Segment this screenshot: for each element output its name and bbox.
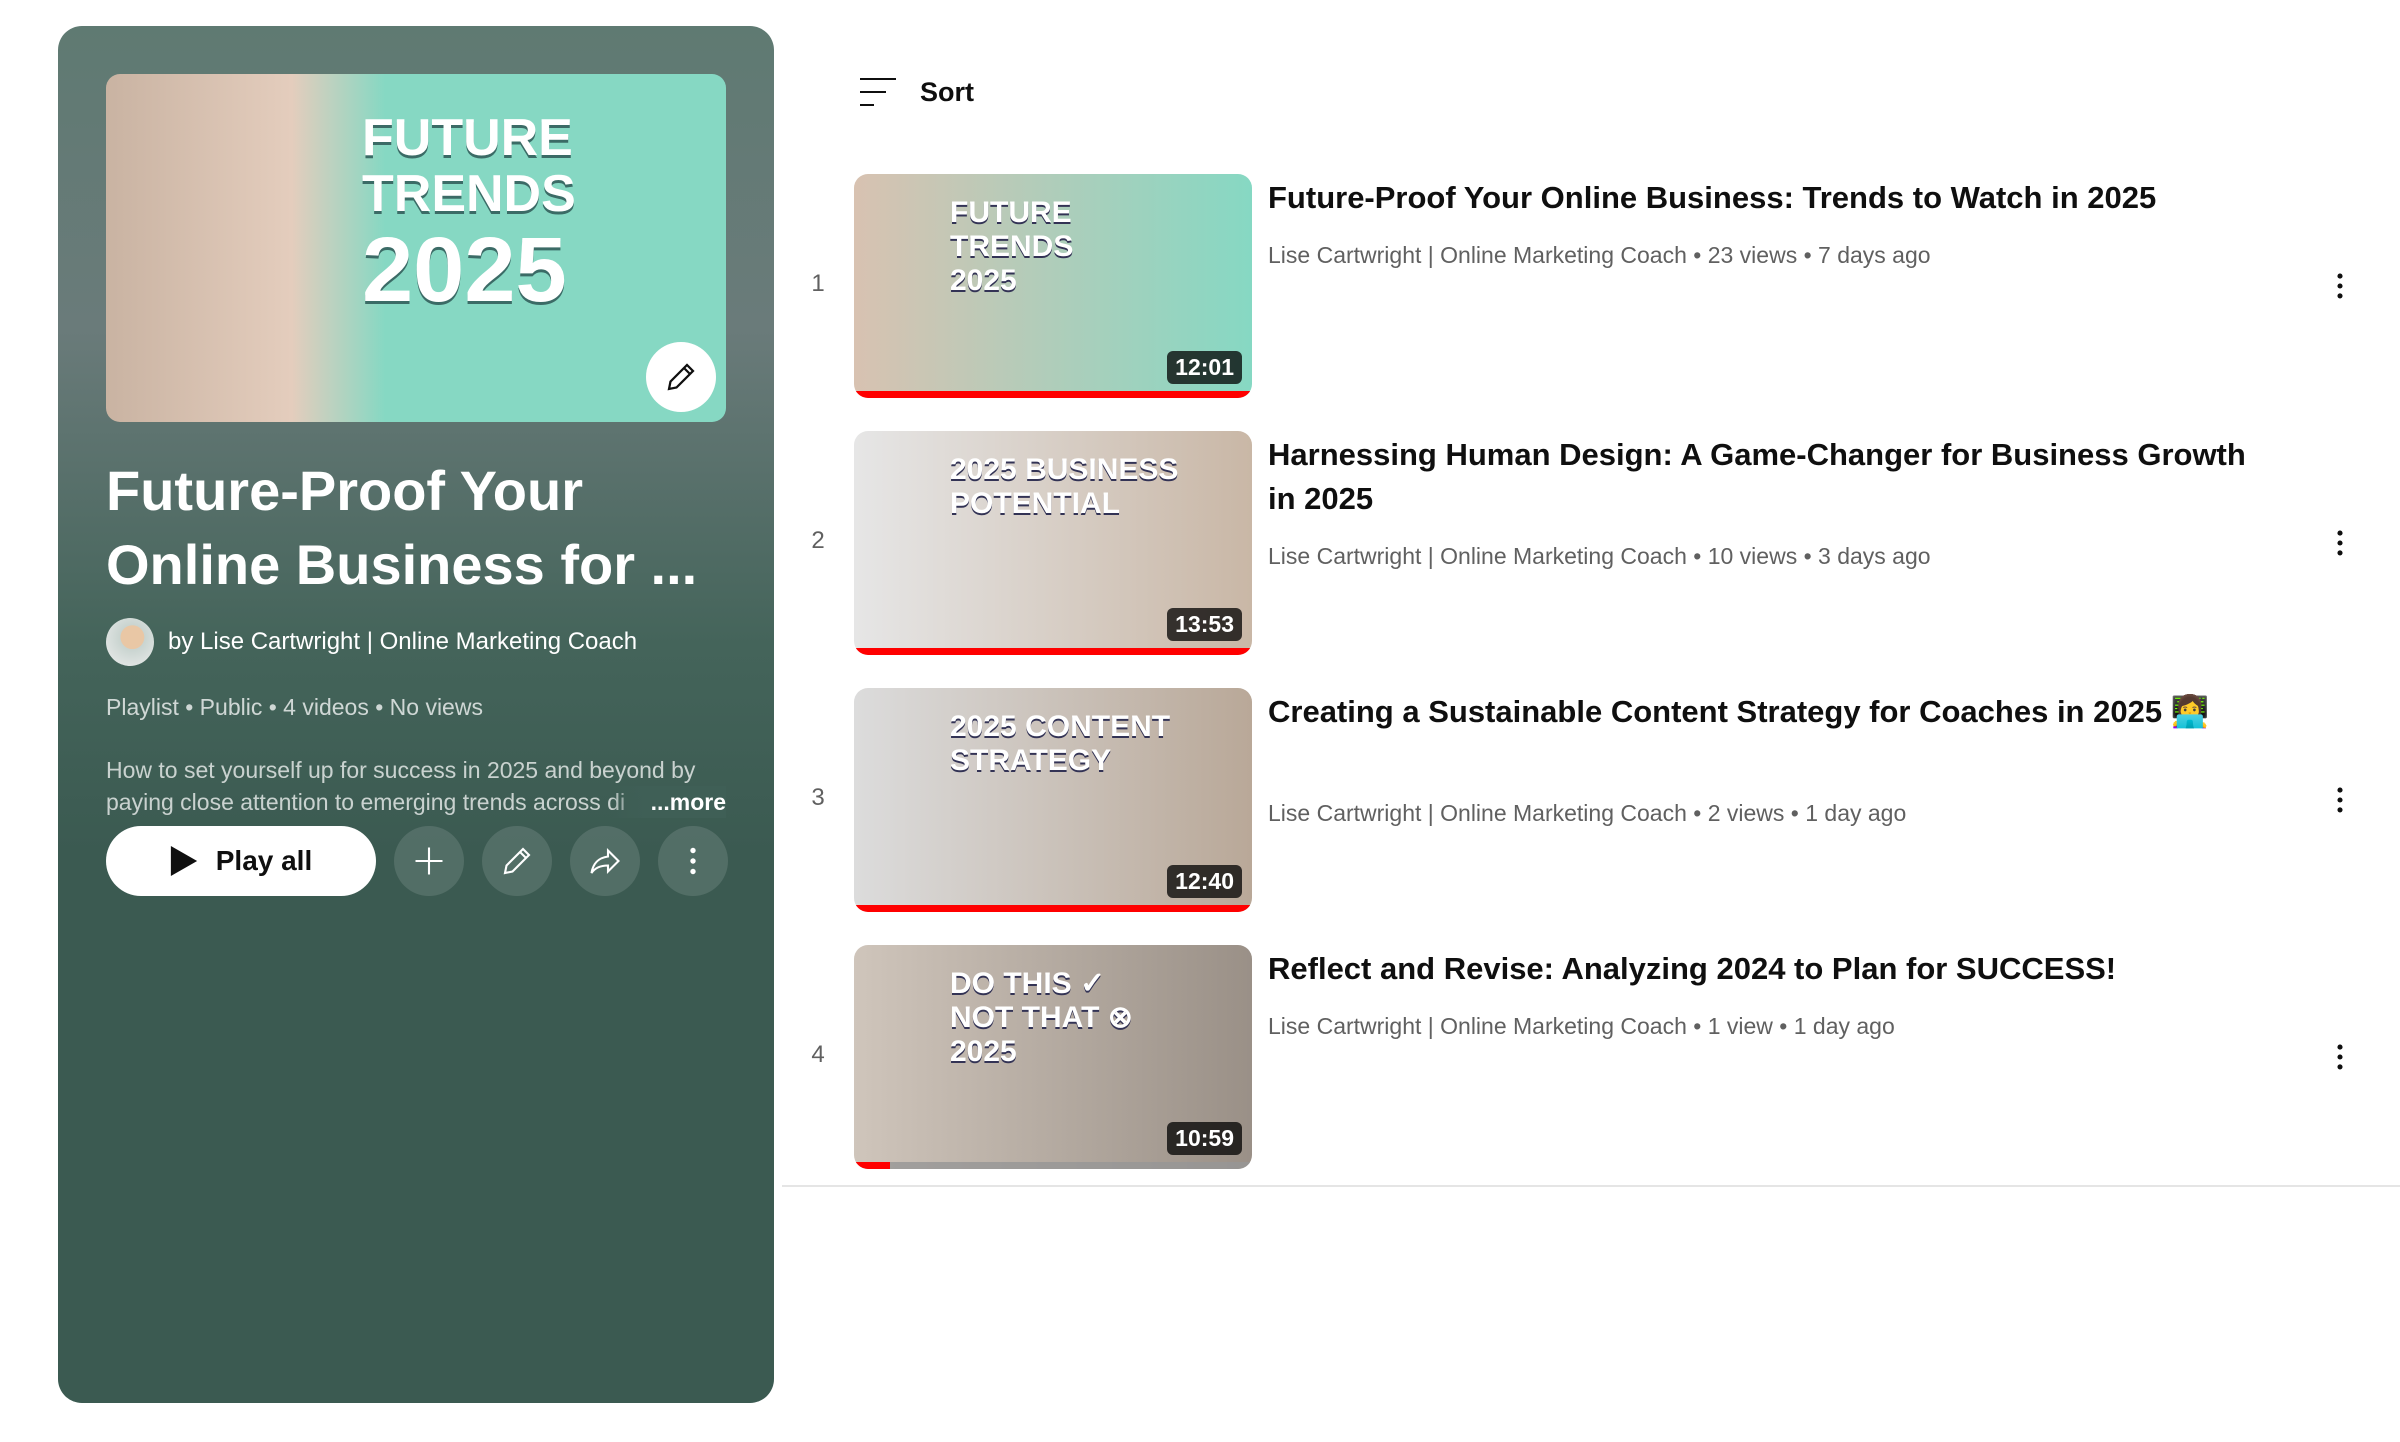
video-meta: Lise Cartwright | Online Marketing Coach… [1268,800,1907,826]
description-text: How to set yourself up for success in 20… [106,757,696,815]
sort-label: Sort [920,76,974,107]
edit-playlist-button[interactable] [482,826,552,896]
play-all-label: Play all [215,845,313,876]
video-thumbnail[interactable]: 2025 BUSINESS POTENTIAL 13:53 [854,431,1252,655]
more-link[interactable]: ...more [610,786,726,818]
watch-progress-bar [854,391,1252,398]
more-vert-icon [2337,273,2343,299]
video-menu-button[interactable] [2320,266,2360,306]
thumbnail-text: FUTURE TRENDS 2025 [950,196,1074,297]
video-list: 1 FUTURE TRENDS 2025 12:01 Future-Proof … [782,174,2400,1202]
duration-badge: 12:40 [1167,865,1242,898]
playlist-description: How to set yourself up for success in 20… [106,754,726,818]
video-meta: Lise Cartwright | Online Marketing Coach… [1268,1013,1895,1039]
video-title[interactable]: Reflect and Revise: Analyzing 2024 to Pl… [1268,947,2268,991]
video-menu-button[interactable] [2320,1037,2360,1077]
duration-badge: 10:59 [1167,1122,1242,1155]
add-icon [415,847,443,875]
video-thumbnail[interactable]: DO THIS ✓ NOT THAT ⊗ 2025 10:59 [854,945,1252,1169]
playlist-actions: Play all [106,826,728,896]
video-thumbnail[interactable]: FUTURE TRENDS 2025 12:01 [854,174,1252,398]
duration-badge: 12:01 [1167,351,1242,384]
playlist-header-panel: FUTURE TRENDS 2025 Future-Proof Your Onli… [58,26,774,1403]
video-thumbnail[interactable]: 2025 CONTENT STRATEGY 12:40 [854,688,1252,912]
watch-progress-bar [854,905,1252,912]
thumbnail-text: 2025 CONTENT STRATEGY [950,710,1171,777]
video-index: 1 [811,270,825,297]
divider [782,1185,2400,1187]
share-icon [590,847,620,875]
pencil-icon [503,847,531,875]
edit-thumbnail-button[interactable] [646,342,716,412]
playlist-title: Future-Proof Your Online Business for ..… [106,459,698,596]
avatar[interactable] [106,618,154,666]
play-icon [170,846,197,876]
video-index: 3 [811,784,825,811]
video-title[interactable]: Future-Proof Your Online Business: Trend… [1268,176,2268,220]
share-button[interactable] [570,826,640,896]
video-row[interactable]: 1 FUTURE TRENDS 2025 12:01 Future-Proof … [782,174,2400,431]
thumbnail-text: 2025 BUSINESS POTENTIAL [950,453,1179,520]
video-row[interactable]: 4 DO THIS ✓ NOT THAT ⊗ 2025 10:59 Reflec… [782,945,2400,1202]
more-vert-icon [2337,787,2343,813]
pencil-icon [667,363,695,391]
watch-progress-bar [854,648,1252,655]
add-to-playlist-button[interactable] [394,826,464,896]
more-vert-icon [2337,530,2343,556]
playlist-thumbnail[interactable]: FUTURE TRENDS 2025 [106,74,726,422]
video-title[interactable]: Harnessing Human Design: A Game-Changer … [1268,433,2268,521]
playlist-owner[interactable]: by Lise Cartwright | Online Marketing Co… [106,618,637,666]
video-menu-button[interactable] [2320,780,2360,820]
owner-name[interactable]: by Lise Cartwright | Online Marketing Co… [168,628,637,656]
video-meta: Lise Cartwright | Online Marketing Coach… [1268,242,1931,268]
more-vert-icon [690,847,696,875]
playlist-meta: Playlist • Public • 4 videos • No views [106,694,483,720]
video-row[interactable]: 3 2025 CONTENT STRATEGY 12:40 Creating a… [782,688,2400,945]
sort-icon [860,78,896,106]
more-actions-button[interactable] [658,826,728,896]
duration-badge: 13:53 [1167,608,1242,641]
play-all-button[interactable]: Play all [106,826,376,896]
video-menu-button[interactable] [2320,523,2360,563]
video-row[interactable]: 2 2025 BUSINESS POTENTIAL 13:53 Harnessi… [782,431,2400,688]
video-meta: Lise Cartwright | Online Marketing Coach… [1268,543,1931,569]
video-title[interactable]: Creating a Sustainable Content Strategy … [1268,690,2268,734]
more-vert-icon [2337,1044,2343,1070]
thumbnail-text: DO THIS ✓ NOT THAT ⊗ 2025 [950,967,1133,1068]
video-index: 4 [811,1041,825,1068]
sort-button[interactable]: Sort [858,76,974,108]
thumbnail-text: FUTURE TRENDS 2025 [362,109,576,321]
video-index: 2 [811,527,825,554]
watch-progress-bar [854,1162,1252,1169]
